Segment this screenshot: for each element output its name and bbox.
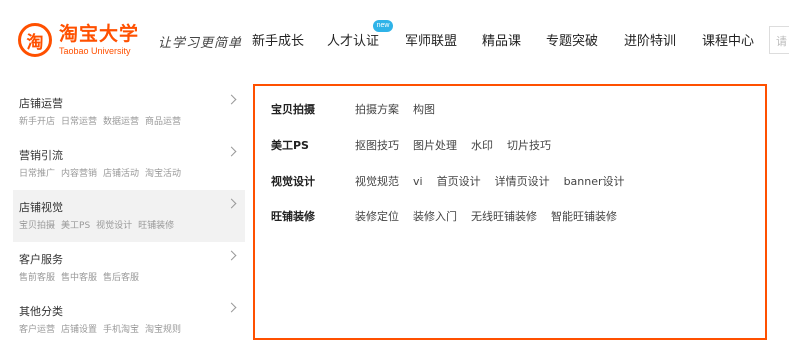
panel-row-title[interactable]: 美工PS [271, 137, 309, 153]
category-title: 店铺运营 [19, 97, 63, 110]
panel-link[interactable]: 视觉规范 [355, 175, 399, 188]
new-badge: new [373, 20, 393, 32]
nav-item-topic-breakthrough[interactable]: 专题突破 [546, 30, 598, 50]
panel-link[interactable]: 装修定位 [355, 210, 399, 223]
panel-link[interactable]: 拍摄方案 [355, 103, 399, 116]
panel-link[interactable]: vi [413, 175, 423, 188]
panel-link[interactable]: 水印 [471, 139, 493, 152]
sub-link[interactable]: 淘宝规则 [145, 325, 181, 335]
panel-link[interactable]: 首页设计 [437, 175, 481, 188]
logo-name-en: Taobao University [59, 45, 131, 56]
category-subs: 宝贝拍摄 美工PS 视觉设计 旺铺装修 [19, 218, 245, 231]
panel-link[interactable]: 无线旺铺装修 [471, 210, 537, 223]
panel-row-title[interactable]: 宝贝拍摄 [271, 101, 315, 117]
sub-link[interactable]: 美工PS [61, 221, 90, 231]
sub-link[interactable]: 店铺活动 [103, 169, 139, 179]
category-title: 店铺视觉 [19, 201, 63, 214]
logo-badge-icon: 淘 [18, 23, 52, 57]
category-title: 客户服务 [19, 253, 63, 266]
category-title: 其他分类 [19, 305, 63, 318]
panel-row-links: 装修定位 装修入门 无线旺铺装修 智能旺铺装修 [355, 208, 631, 224]
category-subs: 客户运营 店铺设置 手机淘宝 淘宝规则 [19, 322, 245, 335]
panel-row-links: 视觉规范 vi 首页设计 详情页设计 banner设计 [355, 173, 639, 189]
sub-link[interactable]: 商品运营 [145, 117, 181, 127]
sub-link[interactable]: 内容营销 [61, 169, 97, 179]
category-sidebar: 店铺运营 新手开店 日常运营 数据运营 商品运营 营销引流 日常推广 内容营销 店铺活动淘… [13, 86, 245, 344]
sub-link[interactable]: 数据运营 [103, 117, 139, 127]
panel-link[interactable]: 图片处理 [413, 139, 457, 152]
sub-link[interactable]: 日常推广 [19, 169, 55, 179]
nav-item-premium-courses[interactable]: 精品课 [482, 30, 521, 50]
panel-link[interactable]: 构图 [413, 103, 435, 116]
subcategory-flyout-panel: 宝贝拍摄 拍摄方案 构图 美工PS 抠图技巧 图片处理 水印 切片技巧 视觉设计 视觉规… [253, 84, 767, 340]
sub-link[interactable]: 售后客服 [103, 273, 139, 283]
sub-link[interactable]: 日常运营 [61, 117, 97, 127]
sub-link[interactable]: 售中客服 [61, 273, 97, 283]
sub-link[interactable]: 店铺设置 [61, 325, 97, 335]
panel-link[interactable]: banner设计 [564, 175, 625, 188]
sidebar-item-other-categories[interactable]: 其他分类 客户运营 店铺设置 手机淘宝 淘宝规则 [13, 294, 245, 346]
panel-row-links: 拍摄方案 构图 [355, 101, 449, 117]
nav-item-talent-certification[interactable]: 人才认证 [327, 30, 379, 50]
panel-link[interactable]: 抠图技巧 [355, 139, 399, 152]
panel-link[interactable]: 智能旺铺装修 [551, 210, 617, 223]
sidebar-item-store-operations[interactable]: 店铺运营 新手开店 日常运营 数据运营 商品运营 [13, 86, 245, 138]
nav-item-advisor-alliance[interactable]: 军师联盟 [405, 30, 457, 50]
sub-link[interactable]: 售前客服 [19, 273, 55, 283]
nav-item-advanced-training[interactable]: 进阶特训 [624, 30, 676, 50]
panel-link[interactable]: 详情页设计 [495, 175, 550, 188]
logo-name-cn: 淘宝大学 [59, 22, 140, 45]
taobao-university-logo[interactable]: 淘 淘宝大学 Taobao University [18, 22, 139, 58]
sub-link[interactable]: 淘宝活动 [145, 169, 181, 179]
panel-row-title[interactable]: 旺铺装修 [271, 208, 315, 224]
panel-link[interactable]: 切片技巧 [507, 139, 551, 152]
sidebar-item-marketing-traffic[interactable]: 营销引流 日常推广 内容营销 店铺活动 淘宝活动 [13, 138, 245, 190]
nav-item-course-center[interactable]: 课程中心 [702, 30, 754, 50]
nav-item-newbie-growth[interactable]: 新手成长 [252, 30, 304, 50]
sub-link[interactable]: 手机淘宝 [103, 325, 139, 335]
panel-row-title[interactable]: 视觉设计 [271, 173, 315, 189]
panel-link[interactable]: 装修入门 [413, 210, 457, 223]
logo-text: 淘宝大学 Taobao University [59, 22, 140, 56]
sub-link[interactable]: 视觉设计 [96, 221, 132, 231]
sub-link[interactable]: 旺铺装修 [138, 221, 174, 231]
category-title: 营销引流 [19, 149, 63, 162]
category-subs: 新手开店 日常运营 数据运营 商品运营 [19, 114, 245, 127]
sidebar-item-store-visual[interactable]: 店铺视觉 宝贝拍摄 美工PS 视觉设计 旺铺装修 [13, 190, 245, 242]
category-subs: 日常推广 内容营销 店铺活动 淘宝活动 [19, 166, 245, 179]
panel-row-links: 抠图技巧 图片处理 水印 切片技巧 [355, 137, 565, 153]
search-input[interactable]: 请 [769, 26, 789, 54]
category-subs: 售前客服 售中客服 售后客服 [19, 270, 245, 283]
sub-link[interactable]: 客户运营 [19, 325, 55, 335]
slogan: 让学习更简单 [158, 36, 243, 51]
header: 淘 淘宝大学 Taobao University 让学习更简单 新手成长 人才认… [0, 0, 789, 80]
sub-link[interactable]: 宝贝拍摄 [19, 221, 55, 231]
sidebar-item-customer-service[interactable]: 客户服务 售前客服 售中客服 售后客服 [13, 242, 245, 294]
sub-link[interactable]: 新手开店 [19, 117, 55, 127]
